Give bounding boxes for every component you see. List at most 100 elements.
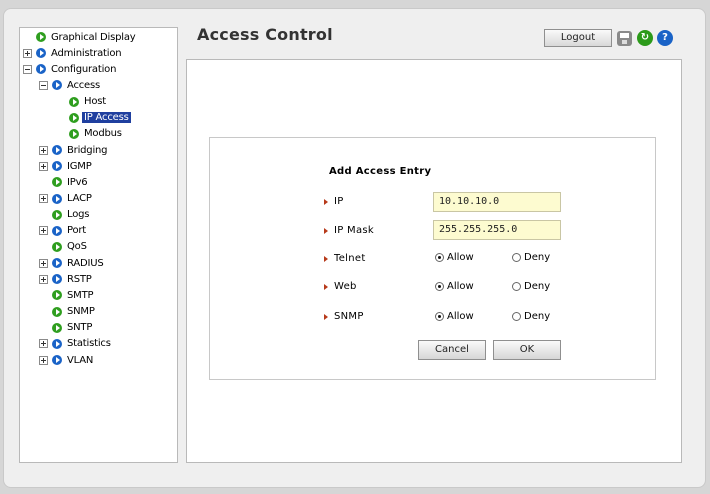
collapse-icon[interactable] <box>39 80 48 90</box>
tree-item-label: Access <box>67 79 101 91</box>
folder-arrow-icon <box>52 225 62 236</box>
telnet-deny-radio[interactable]: Deny <box>512 252 550 263</box>
expand-icon[interactable] <box>39 355 48 365</box>
tree-item-host[interactable]: Host <box>69 95 108 109</box>
folder-arrow-icon <box>52 258 62 269</box>
folder-arrow-icon <box>52 193 62 204</box>
radio-circle <box>435 282 444 291</box>
expand-icon[interactable] <box>39 145 48 155</box>
tree-item-label: Modbus <box>84 128 122 140</box>
cancel-button[interactable]: Cancel <box>418 340 486 360</box>
page-arrow-icon <box>69 112 79 123</box>
tree-item-label: SMTP <box>67 289 94 301</box>
tree-item-label: Logs <box>67 209 90 221</box>
tree-item-igmp[interactable]: IGMP <box>39 159 94 173</box>
tree-item-lacp[interactable]: LACP <box>39 192 94 206</box>
snmp-allow-radio[interactable]: Allow <box>435 311 474 322</box>
tree-item-label: Configuration <box>51 63 117 75</box>
help-icon[interactable]: ? <box>657 30 673 46</box>
tree-item-modbus[interactable]: Modbus <box>69 127 124 141</box>
tree-item-label: SNTP <box>67 322 93 334</box>
tree-item-label: VLAN <box>67 354 94 366</box>
tree-item-vlan[interactable]: VLAN <box>39 353 95 367</box>
tree-item-graphical-display[interactable]: Graphical Display <box>36 30 138 44</box>
ip-mask-input[interactable]: 255.255.255.0 <box>433 220 561 240</box>
web-label: Web <box>324 281 357 292</box>
tree-item-administration[interactable]: Administration <box>23 46 123 60</box>
tree-item-snmp[interactable]: SNMP <box>52 305 97 319</box>
collapse-icon[interactable] <box>23 64 32 74</box>
folder-arrow-icon <box>52 145 62 156</box>
tree-item-port[interactable]: Port <box>39 224 88 238</box>
ok-button[interactable]: OK <box>493 340 561 360</box>
tree-item-label: IP Access <box>82 112 131 124</box>
tree-item-configuration[interactable]: Configuration <box>23 62 118 76</box>
tree-item-ip-access[interactable]: IP Access <box>69 111 131 125</box>
tree-item-rstp[interactable]: RSTP <box>39 272 94 286</box>
tree-item-label: SNMP <box>67 306 95 318</box>
tree-item-statistics[interactable]: Statistics <box>39 337 113 351</box>
tree-item-label: RSTP <box>67 273 92 285</box>
page-arrow-icon <box>52 209 62 220</box>
web-deny-radio[interactable]: Deny <box>512 281 550 292</box>
save-icon[interactable] <box>617 31 632 46</box>
tree-item-label: LACP <box>67 193 92 204</box>
tree-item-label: Host <box>84 96 106 108</box>
telnet-allow-radio[interactable]: Allow <box>435 252 474 263</box>
radio-circle <box>435 312 444 321</box>
page-arrow-icon <box>52 177 62 188</box>
expand-icon[interactable] <box>39 194 48 203</box>
expand-icon[interactable] <box>23 48 32 58</box>
ip-input[interactable]: 10.10.10.0 <box>433 192 561 212</box>
tree-item-label: Administration <box>51 47 122 59</box>
folder-arrow-icon <box>52 338 62 349</box>
tree-item-bridging[interactable]: Bridging <box>39 143 109 157</box>
radio-circle <box>435 253 444 262</box>
tree-item-label: QoS <box>67 241 87 253</box>
web-allow-radio[interactable]: Allow <box>435 281 474 292</box>
tree-item-ipv6[interactable]: IPv6 <box>52 175 89 189</box>
page-arrow-icon <box>69 128 79 139</box>
bullet-arrow-icon <box>324 283 328 290</box>
bullet-arrow-icon <box>324 198 328 205</box>
page-arrow-icon <box>52 306 62 317</box>
tree-item-label: RADIUS <box>67 257 104 269</box>
bullet-arrow-icon <box>324 313 328 320</box>
tree-item-label: Graphical Display <box>51 31 136 43</box>
folder-arrow-icon <box>36 48 46 59</box>
snmp-deny-radio[interactable]: Deny <box>512 311 550 322</box>
folder-arrow-icon <box>52 355 62 365</box>
tree-item-label: Statistics <box>67 338 111 350</box>
expand-icon[interactable] <box>39 258 48 268</box>
tree-item-label: IGMP <box>67 160 92 172</box>
bullet-arrow-icon <box>324 227 328 234</box>
expand-icon[interactable] <box>39 161 48 171</box>
tree-item-logs[interactable]: Logs <box>52 208 91 222</box>
radio-circle <box>512 282 521 291</box>
tree-item-smtp[interactable]: SMTP <box>52 288 95 302</box>
page-arrow-icon <box>36 32 46 42</box>
bullet-arrow-icon <box>324 255 328 262</box>
refresh-icon[interactable]: ↻ <box>637 30 653 46</box>
form-title: Add Access Entry <box>329 166 432 177</box>
ip-mask-label: IP Mask <box>324 225 374 236</box>
expand-icon[interactable] <box>39 339 48 349</box>
folder-arrow-icon <box>36 64 46 75</box>
page-arrow-icon <box>69 96 79 107</box>
radio-circle <box>512 253 521 262</box>
expand-icon[interactable] <box>39 226 48 236</box>
tree-item-label: Port <box>67 225 87 237</box>
folder-arrow-icon <box>52 274 62 285</box>
tree-item-radius[interactable]: RADIUS <box>39 256 106 270</box>
tree-item-label: IPv6 <box>67 176 88 188</box>
tree-item-sntp[interactable]: SNTP <box>52 321 94 335</box>
folder-arrow-icon <box>52 161 62 172</box>
ip-label: IP <box>324 196 344 207</box>
logout-button[interactable]: Logout <box>544 29 612 47</box>
tree-item-label: Bridging <box>67 144 108 156</box>
expand-icon[interactable] <box>39 274 48 284</box>
radio-circle <box>512 312 521 321</box>
tree-item-qos[interactable]: QoS <box>52 240 89 254</box>
folder-arrow-icon <box>52 80 62 91</box>
tree-item-access[interactable]: Access <box>39 78 102 92</box>
